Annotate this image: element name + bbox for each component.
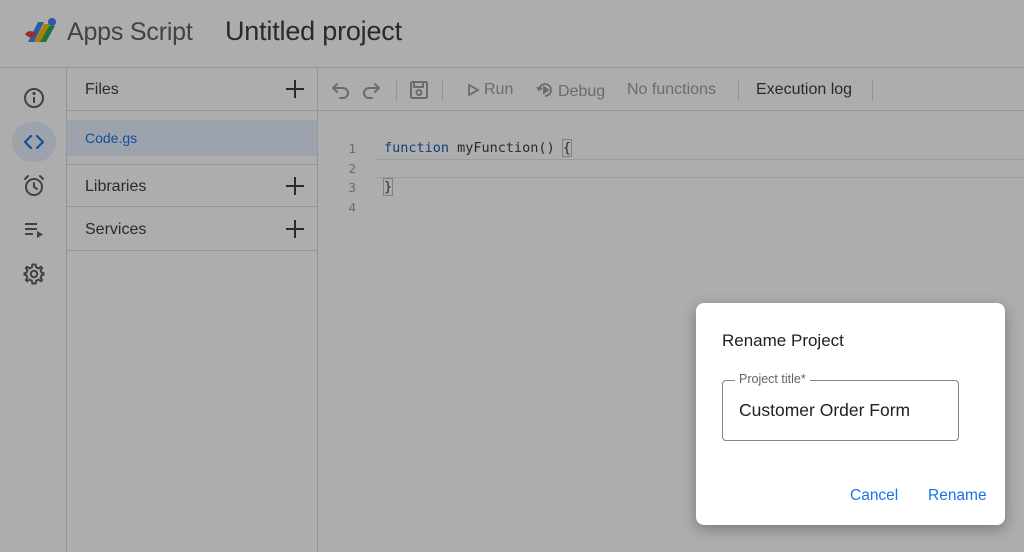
project-title-label: Project title* [735, 372, 810, 386]
dialog-title: Rename Project [722, 331, 844, 350]
cancel-button[interactable]: Cancel [850, 487, 898, 505]
project-title-field[interactable]: Project title* [722, 372, 959, 441]
rename-button[interactable]: Rename [928, 487, 987, 505]
rename-project-dialog: Rename Project Project title* Cancel Ren… [696, 303, 1005, 525]
project-title-input[interactable] [739, 400, 949, 421]
